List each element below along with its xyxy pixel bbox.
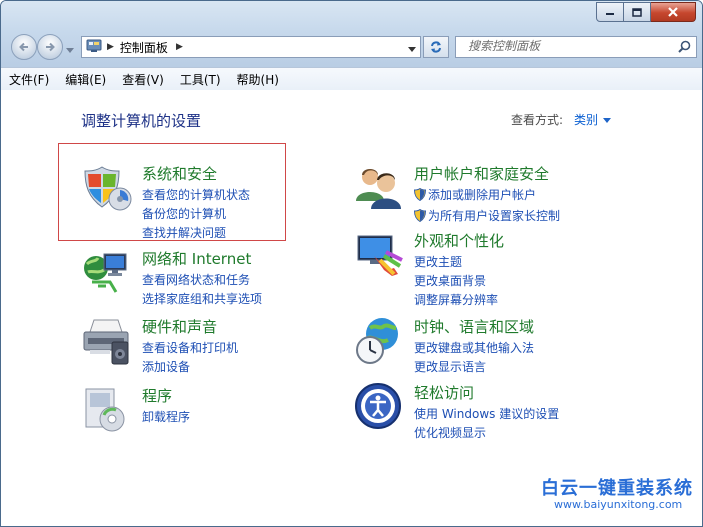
search-icon[interactable] bbox=[678, 40, 691, 56]
chevron-down-icon bbox=[408, 47, 416, 52]
window-controls bbox=[596, 2, 696, 22]
watermark-url: www.baiyunxitong.com bbox=[554, 498, 683, 511]
chevron-down-icon[interactable] bbox=[603, 118, 612, 123]
breadcrumb-separator-icon[interactable]: ▶ bbox=[176, 42, 183, 52]
link-change-background[interactable]: 更改桌面背景 bbox=[414, 272, 498, 291]
users-icon[interactable] bbox=[354, 163, 406, 215]
recent-pages-dropdown[interactable] bbox=[66, 43, 74, 57]
back-button[interactable] bbox=[11, 34, 37, 60]
category-title[interactable]: 轻松访问 bbox=[414, 382, 474, 403]
category-network-internet: 网络和 Internet 查看网络状态和任务 选择家庭组和共享选项 bbox=[82, 248, 292, 308]
menu-tools[interactable]: 工具(T) bbox=[180, 71, 221, 88]
link-backup-computer[interactable]: 备份您的计算机 bbox=[142, 205, 250, 224]
link-devices-printers[interactable]: 查看设备和打印机 bbox=[142, 339, 238, 358]
category-title[interactable]: 程序 bbox=[142, 385, 172, 406]
network-icon[interactable] bbox=[82, 248, 134, 300]
maximize-icon bbox=[632, 7, 642, 17]
view-by-label: 查看方式: bbox=[511, 113, 564, 127]
programs-icon[interactable] bbox=[82, 385, 134, 437]
minimize-icon bbox=[606, 13, 614, 15]
link-recommended-settings[interactable]: 使用 Windows 建议的设置 bbox=[414, 405, 559, 424]
close-button[interactable] bbox=[651, 2, 696, 22]
category-title[interactable]: 系统和安全 bbox=[142, 163, 217, 184]
view-by-dropdown[interactable]: 类别 bbox=[574, 111, 612, 128]
minimize-button[interactable] bbox=[596, 2, 624, 22]
category-title[interactable]: 用户帐户和家庭安全 bbox=[414, 163, 549, 184]
category-clock-language-region: 时钟、语言和区域 更改键盘或其他输入法 更改显示语言 bbox=[354, 316, 594, 376]
watermark-title: 白云一键重装系统 bbox=[541, 478, 693, 499]
ease-of-access-icon[interactable] bbox=[354, 382, 406, 434]
category-title[interactable]: 网络和 Internet bbox=[142, 248, 251, 269]
link-add-device[interactable]: 添加设备 bbox=[142, 358, 238, 377]
search-input[interactable] bbox=[460, 38, 673, 54]
search-box bbox=[455, 36, 697, 58]
menu-edit[interactable]: 编辑(E) bbox=[65, 71, 106, 88]
breadcrumb-control-panel[interactable]: 控制面板 bbox=[120, 39, 168, 56]
category-hardware-sound: 硬件和声音 查看设备和打印机 添加设备 bbox=[82, 316, 292, 376]
category-programs: 程序 卸载程序 bbox=[82, 385, 292, 435]
content-area: 调整计算机的设置 查看方式: 类别 系统和安全 查看您的计算机状态 备份您的计算… bbox=[1, 90, 702, 526]
navigation-bar: ▶ 控制面板 ▶ bbox=[9, 33, 699, 60]
window-frame: ▶ 控制面板 ▶ bbox=[1, 1, 702, 67]
control-panel-window: ▶ 控制面板 ▶ 搜索控制面板 文件(F) 编辑(E) 查看(V) 工具(T) … bbox=[0, 0, 703, 527]
link-text[interactable]: 添加或删除用户帐户 bbox=[428, 188, 536, 202]
menu-file[interactable]: 文件(F) bbox=[9, 71, 49, 88]
close-icon bbox=[668, 7, 678, 17]
category-ease-of-access: 轻松访问 使用 Windows 建议的设置 优化视频显示 bbox=[354, 382, 594, 442]
category-title[interactable]: 外观和个性化 bbox=[414, 230, 504, 251]
link-view-computer-status[interactable]: 查看您的计算机状态 bbox=[142, 186, 250, 205]
refresh-icon bbox=[431, 41, 441, 53]
breadcrumb-separator-icon[interactable]: ▶ bbox=[107, 42, 114, 52]
uac-shield-icon bbox=[413, 208, 427, 228]
uac-shield-icon bbox=[413, 187, 427, 207]
link-display-language[interactable]: 更改显示语言 bbox=[414, 358, 534, 377]
address-dropdown[interactable] bbox=[408, 42, 416, 56]
category-appearance: 外观和个性化 更改主题 更改桌面背景 调整屏幕分辨率 bbox=[354, 230, 594, 307]
clock-globe-icon[interactable] bbox=[354, 316, 406, 368]
control-panel-icon bbox=[86, 39, 102, 56]
shield-icon[interactable] bbox=[82, 163, 134, 215]
menu-help[interactable]: 帮助(H) bbox=[237, 71, 279, 88]
link-change-keyboards[interactable]: 更改键盘或其他输入法 bbox=[414, 339, 534, 358]
link-uninstall-program[interactable]: 卸载程序 bbox=[142, 408, 190, 427]
maximize-button[interactable] bbox=[624, 2, 651, 22]
forward-button[interactable] bbox=[37, 34, 63, 60]
printer-icon[interactable] bbox=[82, 316, 134, 368]
page-title: 调整计算机的设置 bbox=[81, 112, 202, 130]
link-change-theme[interactable]: 更改主题 bbox=[414, 253, 498, 272]
category-title[interactable]: 硬件和声音 bbox=[142, 316, 217, 337]
forward-arrow-icon bbox=[46, 42, 55, 52]
category-system-security: 系统和安全 查看您的计算机状态 备份您的计算机 查找并解决问题 bbox=[82, 163, 292, 243]
menu-bar: 文件(F) 编辑(E) 查看(V) 工具(T) 帮助(H) bbox=[1, 67, 702, 91]
chevron-down-icon bbox=[66, 48, 74, 53]
view-by-value[interactable]: 类别 bbox=[574, 113, 598, 127]
link-add-remove-accounts[interactable]: 添加或删除用户帐户 bbox=[413, 186, 560, 207]
link-parental-controls[interactable]: 为所有用户设置家长控制 bbox=[413, 207, 560, 228]
category-user-accounts: 用户帐户和家庭安全 添加或删除用户帐户 为所有用户设置家长控制 bbox=[354, 163, 594, 223]
link-homegroup-sharing[interactable]: 选择家庭组和共享选项 bbox=[142, 290, 262, 309]
category-title[interactable]: 时钟、语言和区域 bbox=[414, 316, 534, 337]
menu-view[interactable]: 查看(V) bbox=[122, 71, 164, 88]
link-screen-resolution[interactable]: 调整屏幕分辨率 bbox=[414, 291, 498, 310]
refresh-button[interactable] bbox=[423, 36, 449, 58]
link-optimize-display[interactable]: 优化视频显示 bbox=[414, 424, 559, 443]
link-troubleshoot[interactable]: 查找并解决问题 bbox=[142, 224, 250, 243]
back-arrow-icon bbox=[19, 42, 28, 52]
appearance-icon[interactable] bbox=[354, 230, 406, 282]
link-network-status[interactable]: 查看网络状态和任务 bbox=[142, 271, 262, 290]
address-bar[interactable]: ▶ 控制面板 ▶ bbox=[81, 36, 421, 58]
link-text[interactable]: 为所有用户设置家长控制 bbox=[428, 209, 560, 223]
